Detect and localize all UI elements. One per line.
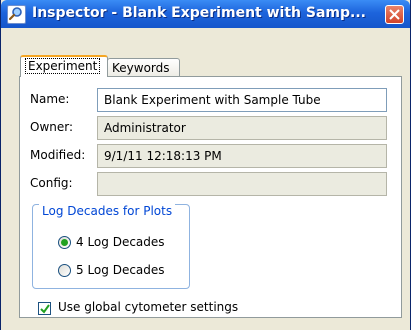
tab-keywords[interactable]: Keywords	[107, 58, 180, 78]
owner-label: Owner:	[30, 120, 74, 134]
inspector-window: Inspector - Blank Experiment with Samp..…	[0, 0, 411, 330]
radio-5-log-decades-label[interactable]: 5 Log Decades	[76, 263, 165, 277]
tab-label: Experiment	[25, 58, 101, 74]
modified-label: Modified:	[30, 148, 86, 162]
use-global-settings-checkbox[interactable]	[38, 302, 51, 315]
tab-label: Keywords	[112, 61, 170, 75]
radio-4-log-decades-label[interactable]: 4 Log Decades	[76, 235, 165, 249]
tab-experiment[interactable]: Experiment	[20, 55, 108, 77]
config-label: Config:	[30, 176, 73, 190]
checkmark-icon	[40, 304, 50, 314]
log-decades-group-title: Log Decades for Plots	[39, 204, 176, 218]
window-title: Inspector - Blank Experiment with Samp..…	[32, 5, 366, 21]
name-field[interactable]: Blank Experiment with Sample Tube	[97, 88, 387, 112]
close-button[interactable]	[385, 5, 404, 24]
config-field	[97, 172, 387, 196]
name-label: Name:	[30, 92, 70, 106]
use-global-settings-label[interactable]: Use global cytometer settings	[58, 300, 238, 314]
owner-field: Administrator	[97, 116, 387, 140]
radio-selected-dot	[61, 239, 68, 246]
title-bar[interactable]: Inspector - Blank Experiment with Samp..…	[1, 0, 410, 28]
search-magnifier-icon	[7, 5, 26, 24]
close-icon	[389, 9, 400, 20]
radio-5-log-decades[interactable]	[58, 264, 71, 277]
modified-field: 9/1/11 12:18:13 PM	[97, 144, 387, 168]
radio-4-log-decades[interactable]	[58, 236, 71, 249]
